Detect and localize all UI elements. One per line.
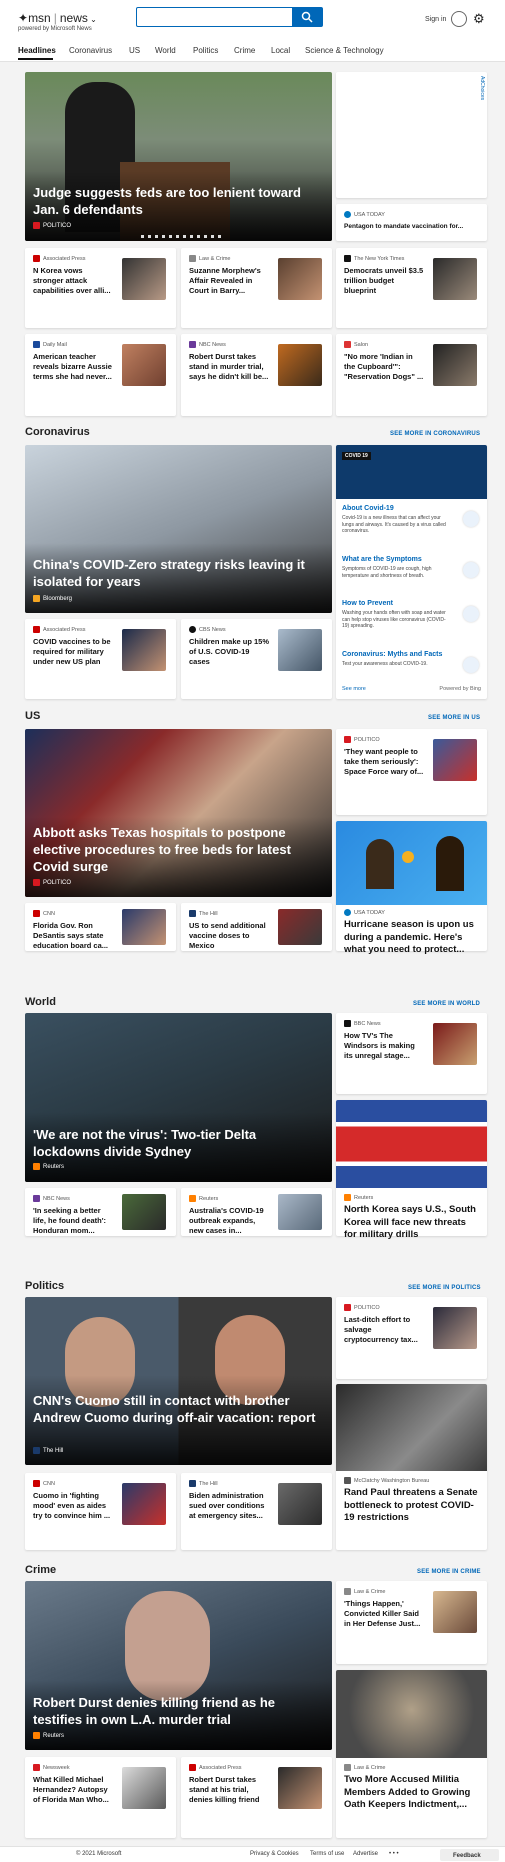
covid-info-card: COVID 19 About Covid-19 Covid-19 is a new…	[336, 445, 487, 699]
hero-title: Robert Durst denies killing friend as he…	[33, 1695, 275, 1727]
active-tab-underline	[18, 58, 53, 60]
tab-local[interactable]: Local	[271, 46, 290, 55]
hero-story[interactable]: 'We are not the virus': Two-tier Delta l…	[25, 1013, 332, 1182]
thermometer-icon	[463, 562, 479, 578]
search-button[interactable]	[292, 7, 323, 27]
hero-title: Abbott asks Texas hospitals to postpone …	[33, 825, 291, 874]
section-title-us: US	[25, 710, 41, 722]
hero-story[interactable]: CNN's Cuomo still in contact with brothe…	[25, 1297, 332, 1465]
hero-title: 'We are not the virus': Two-tier Delta l…	[33, 1127, 257, 1159]
tab-us[interactable]: US	[129, 46, 140, 55]
see-more-crime[interactable]: SEE MORE IN CRIME	[417, 1569, 481, 1575]
see-more-politics[interactable]: SEE MORE IN POLITICS	[408, 1285, 481, 1291]
covid-item[interactable]: Coronavirus: Myths and Facts Test your aw…	[342, 651, 481, 673]
news-card[interactable]: Salon "No more 'Indian in the Cupboard'":…	[336, 334, 487, 416]
gear-icon[interactable]: ⚙	[473, 12, 485, 25]
see-more-us[interactable]: SEE MORE IN US	[428, 715, 480, 721]
feature-story[interactable]: Reuters North Korea says U.S., South Kor…	[336, 1100, 487, 1240]
covid-banner: COVID 19	[336, 445, 487, 499]
feedback-button[interactable]: Feedback	[440, 1849, 499, 1861]
hero-story[interactable]: Abbott asks Texas hospitals to postpone …	[25, 729, 332, 897]
header: ✦msn | news ⌄ powered by Microsoft News Si…	[0, 0, 505, 62]
news-card[interactable]: Newsweek What Killed Michael Hernandez? A…	[25, 1757, 176, 1838]
side-story[interactable]: USA TODAY Pentagon to mandate vaccinatio…	[336, 204, 487, 241]
advertise-link[interactable]: Advertise	[353, 1851, 378, 1857]
section-title-crime: Crime	[25, 1564, 57, 1576]
news-card[interactable]: The Hill US to send additional vaccine do…	[181, 903, 332, 951]
lungs-icon	[463, 511, 479, 527]
category-nav: Headlines Coronavirus US World Politics …	[0, 43, 505, 61]
avatar[interactable]	[451, 11, 467, 27]
side-story[interactable]: POLITICO Last-ditch effort to salvage cry…	[336, 1297, 487, 1379]
powered-by: powered by Microsoft News	[18, 26, 92, 32]
covid-item[interactable]: What are the Symptoms Symptoms of COVID-1…	[342, 556, 481, 579]
news-card[interactable]: The Hill Biden administration sued over c…	[181, 1473, 332, 1550]
news-card[interactable]: Associated Press Robert Durst takes stand…	[181, 1757, 332, 1838]
tab-science-technology[interactable]: Science & Technology	[305, 46, 384, 55]
copyright: © 2021 Microsoft	[76, 1851, 122, 1857]
hero-title: Judge suggests feds are too lenient towa…	[33, 185, 301, 217]
news-card[interactable]: CNN Florida Gov. Ron DeSantis says state …	[25, 903, 176, 951]
sign-in-link[interactable]: Sign in	[425, 16, 446, 23]
tab-headlines[interactable]: Headlines	[18, 46, 56, 55]
hero-source: POLITICO	[33, 222, 71, 229]
msn-logo[interactable]: ✦msn | news ⌄	[18, 11, 97, 25]
hero-story[interactable]: Judge suggests feds are too lenient towa…	[25, 72, 332, 241]
tab-world[interactable]: World	[155, 46, 176, 55]
news-card[interactable]: NBC News Robert Durst takes stand in murd…	[181, 334, 332, 416]
ad-slot[interactable]: AdChoices	[336, 72, 487, 198]
chevron-down-icon: ⌄	[87, 15, 97, 24]
news-card[interactable]: Associated Press COVID vaccines to be req…	[25, 619, 176, 699]
hero-story[interactable]: China's COVID-Zero strategy risks leavin…	[25, 445, 332, 613]
covid-item[interactable]: How to Prevent Washing your hands often w…	[342, 600, 481, 630]
covid-see-more[interactable]: See more	[342, 686, 366, 692]
news-section-menu[interactable]: news	[60, 11, 88, 25]
side-story[interactable]: Law & Crime 'Things Happen,' Convicted Ki…	[336, 1581, 487, 1664]
terms-link[interactable]: Terms of use	[310, 1851, 344, 1857]
news-card[interactable]: NBC News 'In seeking a better life, he fo…	[25, 1188, 176, 1236]
footer: © 2021 Microsoft Privacy & Cookies Terms…	[0, 1846, 505, 1862]
feature-story[interactable]: USA TODAY Hurricane season is upon us du…	[336, 821, 487, 955]
covid-item[interactable]: About Covid-19 Covid-19 is a new illness …	[342, 505, 481, 535]
privacy-link[interactable]: Privacy & Cookies	[250, 1851, 299, 1857]
hero-story[interactable]: Robert Durst denies killing friend as he…	[25, 1581, 332, 1750]
hero-title: CNN's Cuomo still in contact with brothe…	[33, 1393, 316, 1425]
carousel-dots[interactable]	[141, 235, 221, 238]
side-story[interactable]: POLITICO 'They want people to take them s…	[336, 729, 487, 815]
news-card[interactable]: Law & Crime Suzanne Morphew's Affair Reve…	[181, 248, 332, 328]
section-title-politics: Politics	[25, 1280, 65, 1292]
tab-coronavirus[interactable]: Coronavirus	[69, 46, 112, 55]
see-more-world[interactable]: SEE MORE IN WORLD	[413, 1001, 480, 1007]
butterfly-icon: ✦	[18, 11, 29, 25]
feature-story[interactable]: McClatchy Washington Bureau Rand Paul th…	[336, 1384, 487, 1550]
section-title-world: World	[25, 996, 56, 1008]
feature-story[interactable]: Law & Crime Two More Accused Militia Mem…	[336, 1670, 487, 1838]
tab-crime[interactable]: Crime	[234, 46, 255, 55]
see-more-coronavirus[interactable]: SEE MORE IN CORONAVIRUS	[390, 431, 480, 437]
news-card[interactable]: Reuters Australia's COVID-19 outbreak exp…	[181, 1188, 332, 1236]
news-card[interactable]: CBS News Children make up 15% of U.S. COV…	[181, 619, 332, 699]
search-icon	[301, 11, 313, 23]
news-card[interactable]: CNN Cuomo in 'fighting mood' even as aide…	[25, 1473, 176, 1550]
question-icon	[463, 657, 479, 673]
more-menu[interactable]: • • •	[389, 1851, 399, 1857]
section-title-coronavirus: Coronavirus	[25, 426, 90, 438]
news-card[interactable]: Daily Mail American teacher reveals bizar…	[25, 334, 176, 416]
handwash-icon	[463, 606, 479, 622]
news-card[interactable]: Associated Press N Korea vows stronger at…	[25, 248, 176, 328]
tab-politics[interactable]: Politics	[193, 46, 218, 55]
side-story[interactable]: BBC News How TV's The Windsors is making …	[336, 1013, 487, 1094]
news-card[interactable]: The New York Times Democrats unveil $3.5 …	[336, 248, 487, 328]
hero-title: China's COVID-Zero strategy risks leavin…	[33, 557, 305, 589]
